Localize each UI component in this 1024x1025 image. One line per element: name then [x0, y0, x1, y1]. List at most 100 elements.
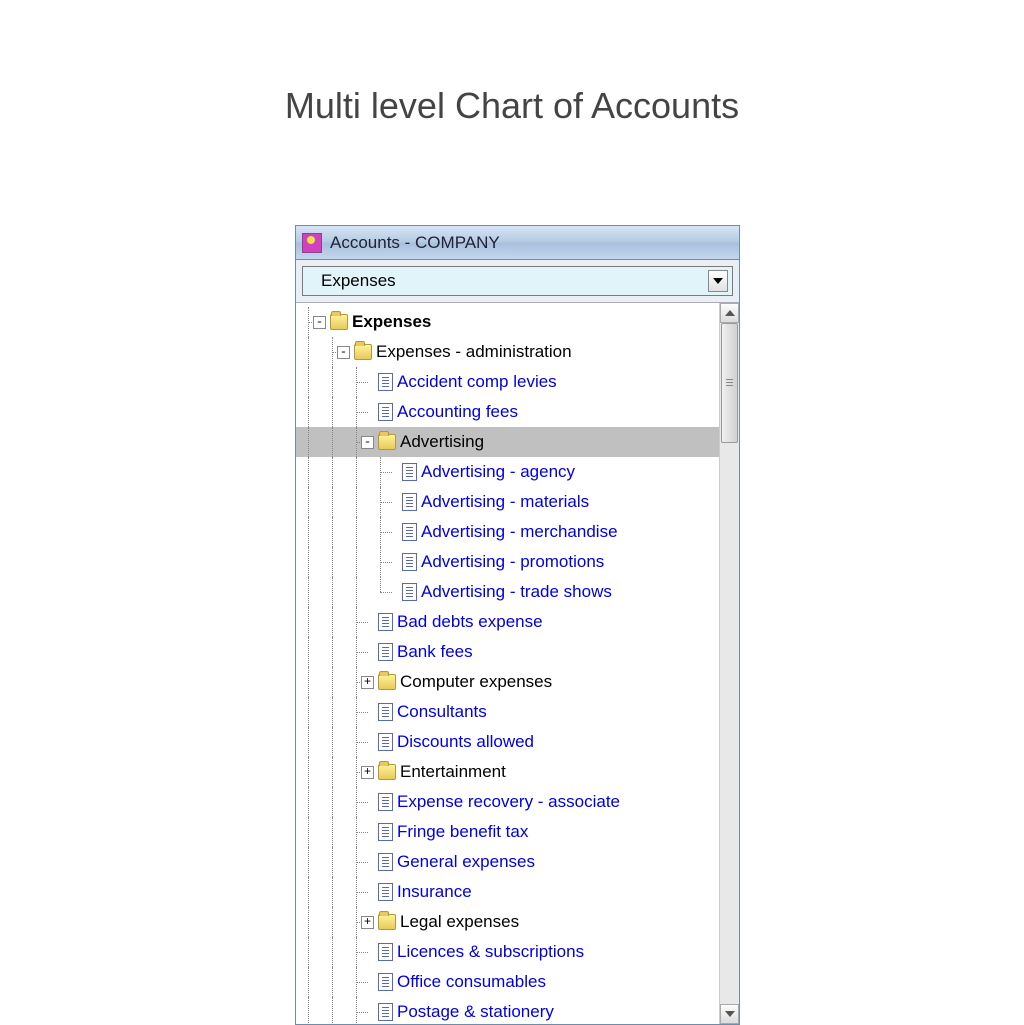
- tree-connector: [368, 577, 392, 607]
- scroll-thumb[interactable]: [721, 323, 738, 443]
- tree-row[interactable]: Fringe benefit tax: [296, 817, 719, 847]
- tree-line: [320, 907, 344, 937]
- tree-connector: [344, 607, 368, 637]
- tree-line: [296, 727, 320, 757]
- tree-line: [296, 397, 320, 427]
- collapse-icon[interactable]: -: [361, 436, 374, 449]
- expand-icon[interactable]: +: [361, 916, 374, 929]
- tree-line: [296, 667, 320, 697]
- tree-item-label: Advertising - promotions: [421, 552, 604, 572]
- expand-icon[interactable]: +: [361, 676, 374, 689]
- document-icon: [378, 373, 393, 391]
- chevron-down-icon[interactable]: [708, 270, 728, 292]
- tree-row[interactable]: Postage & stationery: [296, 997, 719, 1024]
- vertical-scrollbar[interactable]: [719, 303, 739, 1024]
- folder-icon: [378, 434, 396, 450]
- folder-icon: [354, 344, 372, 360]
- tree-item-label: Discounts allowed: [397, 732, 534, 752]
- tree-row[interactable]: General expenses: [296, 847, 719, 877]
- tree-line: [296, 937, 320, 967]
- tree-item-label: Consultants: [397, 702, 487, 722]
- folder-icon: [378, 674, 396, 690]
- tree-line: [296, 697, 320, 727]
- tree-line: [296, 427, 320, 457]
- document-icon: [402, 463, 417, 481]
- tree-item-label: Legal expenses: [400, 912, 519, 932]
- tree-row[interactable]: -Advertising: [296, 427, 719, 457]
- tree-connector: [344, 967, 368, 997]
- tree-row[interactable]: Bad debts expense: [296, 607, 719, 637]
- tree-row[interactable]: Licences & subscriptions: [296, 937, 719, 967]
- tree-line: [320, 817, 344, 847]
- tree-item-label: Accounting fees: [397, 402, 518, 422]
- scroll-up-button[interactable]: [720, 303, 739, 323]
- tree-item-label: Advertising - trade shows: [421, 582, 612, 602]
- tree-row[interactable]: Insurance: [296, 877, 719, 907]
- document-icon: [402, 493, 417, 511]
- tree-line: [296, 337, 320, 367]
- tree-line: [320, 667, 344, 697]
- tree-item-label: Entertainment: [400, 762, 506, 782]
- tree-row[interactable]: + Legal expenses: [296, 907, 719, 937]
- tree-line: [320, 607, 344, 637]
- titlebar[interactable]: Accounts - COMPANY: [296, 226, 739, 260]
- tree-line: [320, 997, 344, 1024]
- tree-item-label: Advertising - agency: [421, 462, 575, 482]
- expand-icon[interactable]: +: [361, 766, 374, 779]
- tree-row[interactable]: Consultants: [296, 697, 719, 727]
- document-icon: [402, 553, 417, 571]
- tree-line: [320, 397, 344, 427]
- tree-row[interactable]: Advertising - agency: [296, 457, 719, 487]
- tree-row[interactable]: +Computer expenses: [296, 667, 719, 697]
- tree-connector: [368, 457, 392, 487]
- tree-container: - Expenses -Expenses - administrationAccid…: [296, 302, 739, 1024]
- tree-line: [320, 967, 344, 997]
- document-icon: [378, 973, 393, 991]
- tree-connector: [344, 637, 368, 667]
- tree-row[interactable]: - Expenses: [296, 307, 719, 337]
- tree-row[interactable]: Advertising - merchandise: [296, 517, 719, 547]
- document-icon: [378, 403, 393, 421]
- tree-row[interactable]: Accident comp levies: [296, 367, 719, 397]
- document-icon: [378, 643, 393, 661]
- tree-row[interactable]: Advertising - trade shows: [296, 577, 719, 607]
- tree-line: [320, 517, 344, 547]
- tree-item-label: Licences & subscriptions: [397, 942, 584, 962]
- tree-line: [296, 847, 320, 877]
- tree-line: [344, 487, 368, 517]
- tree-row[interactable]: -Expenses - administration: [296, 337, 719, 367]
- tree-row[interactable]: Advertising - materials: [296, 487, 719, 517]
- dropdown-value: Expenses: [321, 271, 396, 291]
- tree-line: [296, 637, 320, 667]
- scroll-down-button[interactable]: [720, 1004, 739, 1024]
- tree-row[interactable]: Advertising - promotions: [296, 547, 719, 577]
- collapse-icon[interactable]: -: [313, 316, 326, 329]
- document-icon: [378, 613, 393, 631]
- tree-connector: [344, 817, 368, 847]
- tree-row[interactable]: Office consumables: [296, 967, 719, 997]
- document-icon: [378, 733, 393, 751]
- scroll-track[interactable]: [720, 323, 739, 1004]
- tree-line: [296, 577, 320, 607]
- tree-row[interactable]: Discounts allowed: [296, 727, 719, 757]
- document-icon: [378, 883, 393, 901]
- tree-row[interactable]: Expense recovery - associate: [296, 787, 719, 817]
- page-title: Multi level Chart of Accounts: [0, 85, 1024, 127]
- account-type-dropdown[interactable]: Expenses: [302, 266, 733, 296]
- tree-item-label: Expenses: [352, 312, 431, 332]
- tree-row[interactable]: Accounting fees: [296, 397, 719, 427]
- tree-row[interactable]: + Entertainment: [296, 757, 719, 787]
- tree-line: [296, 907, 320, 937]
- tree-line: [320, 487, 344, 517]
- tree-line: [296, 757, 320, 787]
- accounts-tree[interactable]: - Expenses -Expenses - administrationAccid…: [296, 303, 719, 1024]
- tree-line: [296, 787, 320, 817]
- tree-item-label: Office consumables: [397, 972, 546, 992]
- tree-item-label: General expenses: [397, 852, 535, 872]
- folder-icon: [330, 314, 348, 330]
- tree-connector: [344, 937, 368, 967]
- tree-row[interactable]: Bank fees: [296, 637, 719, 667]
- folder-icon: [378, 764, 396, 780]
- tree-connector: [344, 697, 368, 727]
- collapse-icon[interactable]: -: [337, 346, 350, 359]
